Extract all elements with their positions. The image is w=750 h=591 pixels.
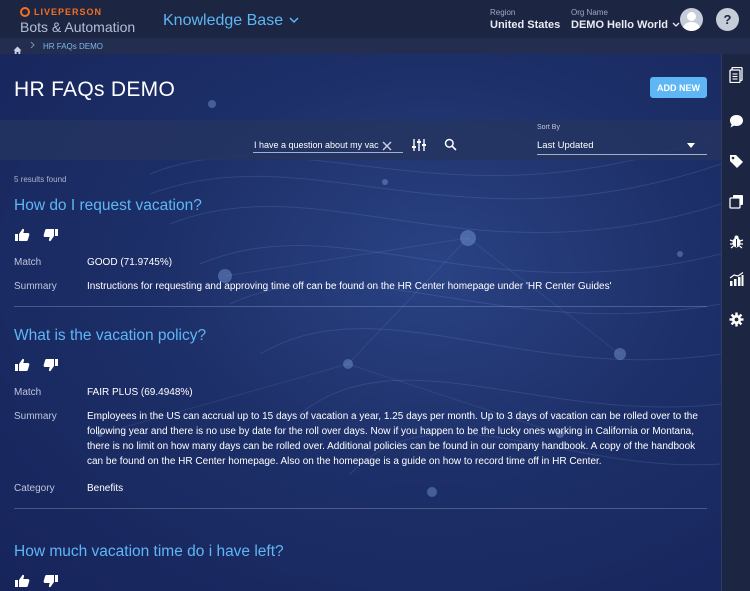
result-item: What is the vacation policy? Match FAIR …: [14, 327, 707, 509]
result-question-title[interactable]: How much vacation time do i have left?: [14, 543, 707, 561]
summary-label: Summary: [14, 411, 57, 422]
breadcrumb-separator-icon: [30, 41, 35, 51]
sort-selected-value: Last Updated: [537, 140, 594, 151]
tag-icon[interactable]: [729, 154, 744, 169]
match-label: Match: [14, 387, 42, 398]
search-icon[interactable]: [444, 138, 457, 151]
filter-sliders-icon[interactable]: [411, 138, 427, 152]
section-switcher[interactable]: Knowledge Base: [163, 12, 299, 30]
analytics-icon[interactable]: [729, 272, 744, 287]
match-value: FAIR PLUS (69.4948%): [87, 387, 193, 398]
org-selector[interactable]: Org Name DEMO Hello World: [571, 8, 680, 31]
breadcrumb-item[interactable]: HR FAQs DEMO: [43, 42, 103, 51]
match-label: Match: [14, 257, 42, 268]
copy-icon[interactable]: [729, 194, 744, 209]
main-content: HR FAQs DEMO ADD NEW Sort By Last Update…: [0, 54, 721, 591]
category-value: Benefits: [87, 483, 124, 494]
chevron-down-icon: [289, 16, 299, 27]
region-label: Region: [490, 8, 516, 17]
thumbs-down-icon[interactable]: [43, 358, 59, 372]
result-question-title[interactable]: What is the vacation policy?: [14, 327, 707, 345]
match-value: GOOD (71.9745%): [87, 257, 173, 268]
search-input[interactable]: [253, 137, 381, 153]
brand-logo[interactable]: LIVEPERSON Bots & Automation: [20, 6, 135, 35]
settings-gear-icon[interactable]: [729, 312, 744, 327]
section-title: Knowledge Base: [163, 12, 284, 29]
result-item: How much vacation time do i have left?: [14, 543, 707, 588]
add-new-button[interactable]: ADD NEW: [650, 77, 707, 98]
result-item: How do I request vacation? Match GOOD (7…: [14, 197, 707, 307]
sort-label: Sort By: [537, 124, 560, 131]
org-value: DEMO Hello World: [571, 19, 668, 31]
home-icon[interactable]: [13, 42, 22, 54]
summary-label: Summary: [14, 281, 57, 292]
right-sidebar: [721, 54, 750, 591]
help-button[interactable]: ?: [716, 8, 739, 31]
chevron-down-icon: [672, 19, 680, 31]
region-value: United States: [490, 19, 561, 31]
sort-dropdown[interactable]: Sort By Last Updated: [537, 124, 707, 155]
thumbs-down-icon[interactable]: [43, 228, 59, 242]
results-count: 5 results found: [14, 175, 67, 184]
org-label: Org Name: [571, 8, 608, 17]
product-name: Bots & Automation: [20, 19, 136, 35]
result-divider: [14, 508, 707, 509]
breadcrumb: HR FAQs DEMO: [0, 38, 750, 54]
thumbs-up-icon[interactable]: [14, 574, 30, 588]
brand-name: LIVEPERSON: [34, 7, 103, 17]
chat-bubble-icon[interactable]: [729, 114, 744, 129]
liveperson-logo-icon: [20, 7, 30, 17]
summary-text: Instructions for requesting and approvin…: [87, 281, 612, 292]
result-question-title[interactable]: How do I request vacation?: [14, 197, 707, 215]
caret-down-icon: [687, 143, 695, 148]
bug-icon[interactable]: [729, 234, 744, 249]
region-info: Region United States: [490, 8, 560, 31]
thumbs-up-icon[interactable]: [14, 228, 30, 242]
page-title: HR FAQs DEMO: [14, 78, 176, 101]
user-avatar[interactable]: [680, 8, 703, 31]
category-label: Category: [14, 483, 55, 494]
thumbs-up-icon[interactable]: [14, 358, 30, 372]
search-toolbar: Sort By Last Updated: [0, 120, 721, 160]
result-divider: [14, 306, 707, 307]
clear-search-icon[interactable]: [381, 139, 393, 151]
thumbs-down-icon[interactable]: [43, 574, 59, 588]
top-header: LIVEPERSON Bots & Automation Knowledge B…: [0, 0, 750, 38]
summary-text: Employees in the US can accrual up to 15…: [87, 411, 698, 467]
articles-icon[interactable]: [729, 66, 744, 84]
